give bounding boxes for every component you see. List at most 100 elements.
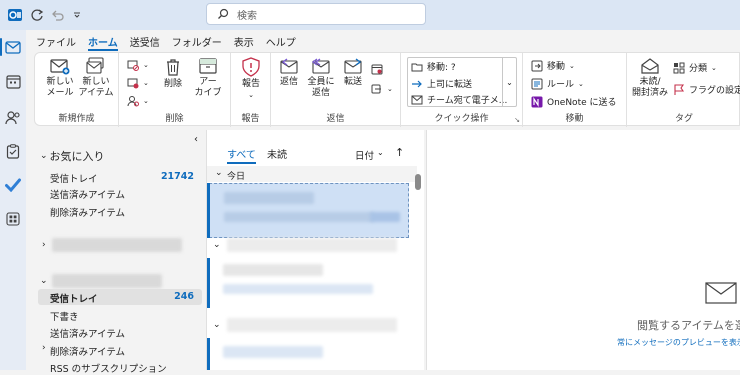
archive-label: アー カイブ [194, 77, 222, 98]
folder-sent[interactable]: 送信済みアイテム [50, 326, 125, 340]
undo-icon[interactable] [48, 6, 66, 24]
sync-icon[interactable] [28, 6, 46, 24]
move-to-folder-icon [411, 63, 423, 71]
quick-steps-dialog-launcher-icon[interactable]: ↘ [514, 116, 520, 124]
tab-help[interactable]: ヘルプ [266, 30, 296, 52]
account-2-name-redacted[interactable] [52, 274, 162, 288]
quick-team-email-button[interactable]: チーム宛て電子メ... [411, 93, 507, 106]
reply-icon [280, 58, 298, 74]
unread-read-button[interactable]: 未読/ 開封済み [629, 57, 671, 99]
people-icon[interactable] [0, 104, 26, 130]
folder-inbox[interactable]: 受信トレイ [50, 291, 98, 305]
apps-icon[interactable] [0, 206, 26, 232]
group-chevron-icon[interactable]: ⌄ [213, 240, 221, 250]
onenote-button[interactable]: OneNote に送る [531, 95, 617, 108]
message-row[interactable] [209, 258, 409, 308]
move-icon [531, 60, 543, 71]
deleted-chevron-icon[interactable]: › [42, 343, 46, 353]
ribbon-group-delete: ⌄ ⌄ ⌄ 削除 アー カイブ 削除 [119, 53, 231, 127]
rules-icon [531, 78, 543, 89]
sender-redacted [224, 192, 314, 204]
folder-favorite-inbox[interactable]: 受信トレイ [50, 171, 98, 185]
quick-steps-expand-button[interactable]: ⌄ [502, 58, 516, 106]
quick-to-manager-button[interactable]: 上司に転送 [411, 77, 472, 90]
reply-all-icon [311, 58, 330, 74]
unread-read-label: 未読/ 開封済み [631, 77, 668, 98]
subject-redacted-2 [223, 284, 373, 294]
folder-drafts[interactable]: 下書き [50, 309, 79, 323]
trash-icon [167, 59, 179, 76]
search-placeholder: 検索 [237, 10, 257, 22]
reply-all-button[interactable]: 全員に 返信 [305, 57, 337, 99]
todo-check-icon[interactable] [0, 172, 26, 198]
move-button[interactable]: 移動 ⌄ [531, 59, 575, 72]
quick-team-email-label: チーム宛て電子メ... [427, 96, 508, 106]
flag-icon [674, 83, 685, 95]
tab-view[interactable]: 表示 [234, 30, 254, 52]
message-row-2[interactable] [209, 338, 409, 370]
more-respond-button[interactable]: ⌄ [371, 83, 393, 95]
rules-button[interactable]: ルール ⌄ [531, 77, 584, 90]
cleanup-button[interactable]: ⌄ [127, 77, 149, 89]
account-1-name-redacted[interactable] [52, 238, 182, 252]
reply-button[interactable]: 返信 [275, 57, 303, 88]
folder-rss[interactable]: RSS のサブスクリプション [50, 361, 167, 375]
delete-button[interactable]: 削除 [159, 57, 187, 90]
inbox-unread-count: 21742 [160, 171, 194, 182]
title-bar: 検索 [0, 0, 740, 30]
report-button[interactable]: 報告 ⌄ [235, 57, 267, 101]
group-today-chevron-icon: ⌄ [215, 168, 223, 178]
calendar-icon[interactable] [0, 68, 26, 94]
group-label-respond: 返信 [326, 114, 345, 124]
folder-favorite-sent[interactable]: 送信済みアイテム [50, 187, 125, 201]
new-items-button[interactable]: 新しい アイテム [77, 57, 115, 99]
junk-button[interactable]: ⌄ [127, 95, 149, 107]
forward-button[interactable]: 転送 [339, 57, 367, 88]
reading-pane: 閲覧するアイテムを選 常にメッセージのプレビューを表示する [426, 130, 740, 370]
folder-favorite-deleted[interactable]: 削除済みアイテム [50, 205, 125, 219]
tab-file[interactable]: ファイル [36, 30, 76, 52]
group-chevron-icon-2[interactable]: ⌄ [213, 320, 221, 330]
archive-button[interactable]: アー カイブ [191, 57, 225, 99]
group-label-delete: 削除 [165, 114, 184, 124]
forward-arrow-icon [412, 80, 422, 87]
quick-move-to-button[interactable]: 移動: ? [411, 60, 456, 73]
account-2-chevron-icon[interactable]: ⌄ [40, 276, 48, 286]
customize-toolbar-icon[interactable] [68, 6, 86, 24]
account-1-chevron-icon[interactable]: › [42, 240, 46, 250]
flag-label: フラグの設定 [689, 86, 740, 96]
group-label-quick-steps: クイック操作 [434, 114, 489, 124]
quick-move-to-label: 移動: ? [427, 63, 456, 73]
categorize-icon [673, 62, 685, 73]
message-list-scrollbar[interactable] [415, 174, 421, 190]
tab-send-receive[interactable]: 送受信 [130, 30, 160, 52]
favorites-header[interactable]: ⌄ お気に入り [40, 148, 105, 164]
app-rail [0, 30, 26, 370]
cleanup-icon [127, 78, 139, 89]
search-icon [218, 8, 229, 19]
tab-home[interactable]: ホーム [88, 30, 118, 52]
sort-by-date-button[interactable]: 日付 ⌄ [355, 148, 384, 162]
new-mail-button[interactable]: 新しい メール [43, 57, 77, 99]
tab-unread[interactable]: 未読 [267, 146, 287, 161]
meeting-reply-button[interactable] [371, 63, 383, 75]
unread-indicator [207, 183, 210, 238]
folder-deleted[interactable]: 削除済みアイテム [50, 344, 125, 358]
categorize-button[interactable]: 分類 ⌄ [673, 61, 717, 74]
always-preview-link[interactable]: 常にメッセージのプレビューを表示する [617, 337, 740, 348]
tasks-icon[interactable] [0, 138, 26, 164]
flag-button[interactable]: フラグの設定 ⌄ [673, 83, 740, 96]
ignore-button[interactable]: ⌄ [127, 59, 149, 71]
tab-folder[interactable]: フォルダー [172, 30, 222, 52]
search-box[interactable]: 検索 [206, 3, 426, 25]
categorize-label: 分類 [689, 64, 708, 74]
favorites-header-label: お気に入り [49, 150, 105, 163]
collapse-pane-icon[interactable]: ‹ [194, 134, 198, 145]
new-mail-icon [50, 59, 70, 75]
message-row-selected[interactable] [209, 183, 409, 238]
tab-all[interactable]: すべて [227, 146, 256, 164]
group-header-redacted [227, 238, 397, 252]
archive-icon [199, 58, 217, 74]
sort-direction-arrow-icon[interactable]: ↑ [395, 146, 404, 159]
mail-icon[interactable] [0, 34, 26, 60]
